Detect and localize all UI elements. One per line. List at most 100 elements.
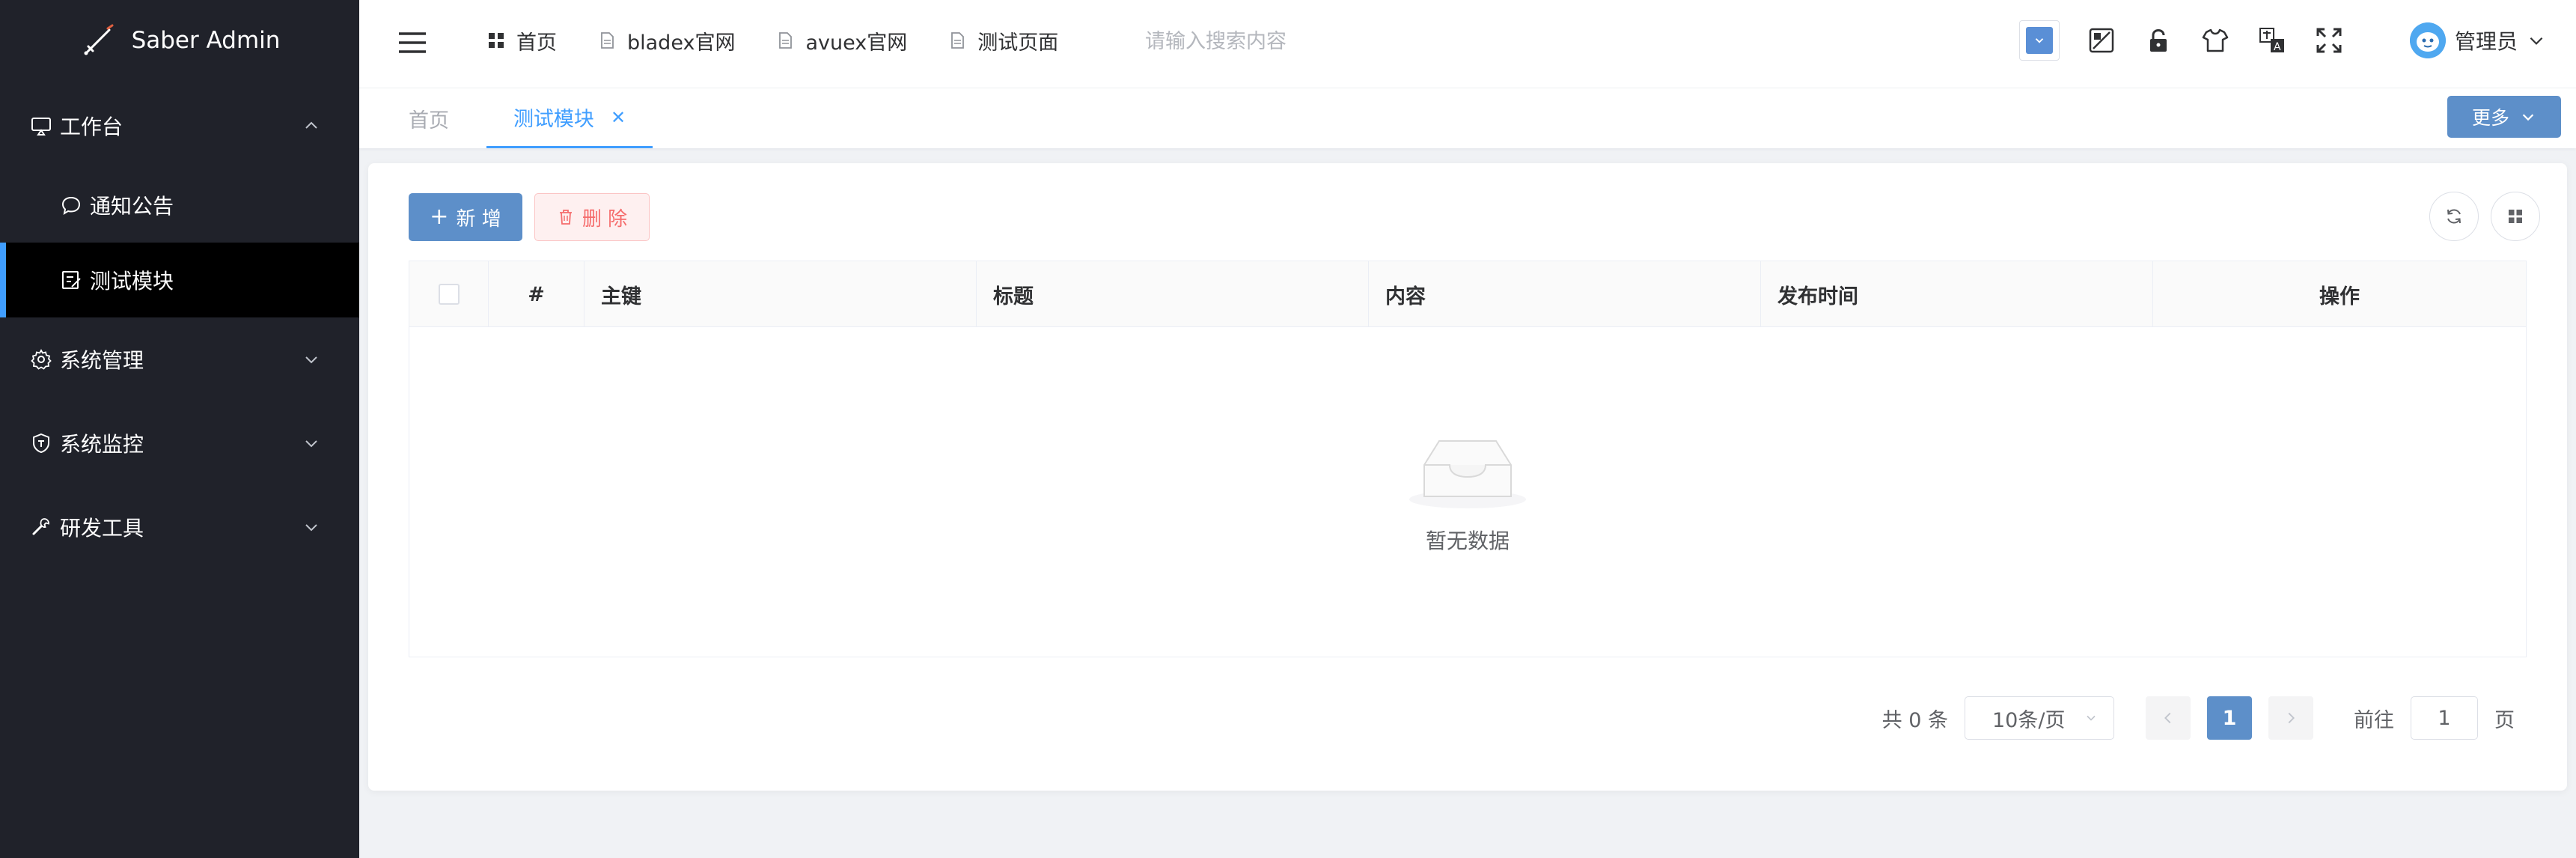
fullscreen-button[interactable] xyxy=(2314,25,2344,55)
sidebar-item-dev-tools[interactable]: 研发工具 xyxy=(0,485,359,569)
top-nav-test-page[interactable]: 测试页面 xyxy=(947,26,1058,55)
column-header-actions: 操作 xyxy=(2319,285,2360,308)
sword-icon xyxy=(84,24,114,55)
shield-icon xyxy=(28,430,54,456)
top-nav-bladex[interactable]: bladex官网 xyxy=(597,26,735,55)
chevron-down-icon xyxy=(305,440,317,448)
chevron-down-icon xyxy=(2087,715,2096,721)
theme-color-picker[interactable] xyxy=(2019,20,2060,61)
add-button[interactable]: + 新 增 xyxy=(409,193,522,241)
grid-icon xyxy=(2509,210,2522,223)
avatar-face-icon xyxy=(2409,22,2446,58)
column-header-content: 内容 xyxy=(1369,261,1761,327)
chevron-down-icon xyxy=(305,524,317,532)
select-all-cell xyxy=(409,261,489,327)
sidebar: Saber Admin 工作台 通知公告 测试模块 系统管理 系统监控 研发工具 xyxy=(0,0,359,858)
translate-icon: A xyxy=(2259,28,2284,53)
avatar xyxy=(2409,22,2446,58)
table-header: # 主键 标题 内容 发布时间 操作 xyxy=(409,261,2526,327)
top-header: 首页 bladex官网 avuex官网 测试页面 请输入搜索内容 A 管理员 xyxy=(359,0,2576,88)
close-icon[interactable]: ✕ xyxy=(611,107,626,128)
tab-test-module[interactable]: 测试模块 ✕ xyxy=(486,88,653,148)
sidebar-item-label: 系统监控 xyxy=(60,432,144,457)
chevron-down-icon xyxy=(2530,37,2543,45)
svg-text:A: A xyxy=(2274,41,2281,53)
sidebar-item-label: 研发工具 xyxy=(60,516,144,541)
add-label: 新 增 xyxy=(456,207,501,231)
search-input[interactable] xyxy=(1145,22,1459,60)
edit-icon xyxy=(58,267,84,293)
chevron-down-icon xyxy=(2035,38,2044,43)
top-nav-home[interactable]: 首页 xyxy=(486,26,557,55)
sidebar-item-system-management[interactable]: 系统管理 xyxy=(0,317,359,401)
chevron-up-icon xyxy=(305,121,317,129)
gear-icon xyxy=(28,347,54,372)
delete-label: 删 除 xyxy=(582,207,628,231)
select-all-checkbox[interactable] xyxy=(438,284,460,305)
goto-page-input[interactable] xyxy=(2411,696,2478,740)
refresh-button[interactable] xyxy=(2429,192,2479,241)
prev-page-button[interactable] xyxy=(2146,696,2191,740)
lock-screen-button[interactable] xyxy=(2143,25,2173,55)
wrench-icon xyxy=(28,514,54,540)
page-number-1[interactable]: 1 xyxy=(2207,696,2252,740)
empty-state: 暂无数据 xyxy=(409,327,2526,657)
fullscreen-icon xyxy=(2316,28,2342,53)
column-settings-button[interactable] xyxy=(2491,192,2540,241)
tab-label: 首页 xyxy=(409,109,449,133)
total-count: 共 0 条 xyxy=(1881,708,1948,732)
color-swatch xyxy=(2026,27,2053,54)
user-menu[interactable]: 管理员 xyxy=(2409,21,2546,60)
sidebar-item-label: 系统管理 xyxy=(60,348,144,373)
document-icon xyxy=(601,32,614,49)
hamburger-menu-icon[interactable] xyxy=(397,27,428,58)
empty-text: 暂无数据 xyxy=(1425,529,1510,553)
column-header-id: 主键 xyxy=(585,261,977,327)
chevron-right-icon xyxy=(2288,712,2295,724)
goto-prefix: 前往 xyxy=(2354,708,2394,732)
next-page-button[interactable] xyxy=(2268,696,2313,740)
sidebar-item-label: 通知公告 xyxy=(90,194,174,219)
sidebar-item-system-monitor[interactable]: 系统监控 xyxy=(0,401,359,485)
refresh-icon xyxy=(2447,209,2461,224)
document-icon xyxy=(951,32,965,49)
goto-suffix: 页 xyxy=(2494,708,2515,732)
image-settings-button[interactable] xyxy=(2087,25,2116,55)
top-nav-label: 首页 xyxy=(516,31,557,55)
language-button[interactable]: A xyxy=(2257,25,2287,55)
top-nav-label: 测试页面 xyxy=(977,31,1059,55)
column-header-publish-time: 发布时间 xyxy=(1761,261,2153,327)
chat-icon xyxy=(58,192,84,218)
top-nav-label: avuex官网 xyxy=(805,31,908,55)
image-edit-icon xyxy=(2089,28,2114,53)
tab-home[interactable]: 首页 xyxy=(409,88,449,148)
top-nav: 首页 bladex官网 avuex官网 测试页面 xyxy=(486,0,1058,81)
lock-icon xyxy=(2150,28,2167,52)
user-name: 管理员 xyxy=(2454,29,2518,54)
sidebar-item-notice[interactable]: 通知公告 xyxy=(0,168,359,243)
more-button[interactable]: 更多 xyxy=(2447,96,2561,138)
sidebar-item-test-module[interactable]: 测试模块 xyxy=(0,243,359,317)
monitor-icon xyxy=(28,113,54,139)
page-size-select[interactable]: 10条/页 xyxy=(1965,696,2114,740)
more-label: 更多 xyxy=(2471,107,2509,129)
sidebar-item-label: 测试模块 xyxy=(90,269,174,293)
pagination: 共 0 条 10条/页 1 前往 页 xyxy=(1882,696,2515,740)
logo[interactable]: Saber Admin xyxy=(0,0,359,81)
sidebar-item-workbench[interactable]: 工作台 xyxy=(0,84,359,168)
shirt-icon xyxy=(2202,28,2229,52)
top-nav-avuex[interactable]: avuex官网 xyxy=(775,26,907,55)
chevron-down-icon xyxy=(2522,114,2534,121)
trash-icon xyxy=(559,210,572,225)
content-card: + 新 增 删 除 # 主键 标题 内容 发布时间 操作 暂无数据 共 0 条 … xyxy=(368,163,2567,791)
top-nav-label: bladex官网 xyxy=(627,31,736,55)
plus-icon: + xyxy=(430,204,449,230)
column-header-index: # xyxy=(489,261,585,327)
page-size-value: 10条/页 xyxy=(1992,708,2066,732)
delete-button[interactable]: 删 除 xyxy=(534,193,650,241)
column-header-title: 标题 xyxy=(977,261,1369,327)
data-table: # 主键 标题 内容 发布时间 操作 暂无数据 xyxy=(409,261,2527,657)
theme-button[interactable] xyxy=(2200,25,2230,55)
empty-box-icon xyxy=(1409,440,1526,508)
header-tools: A xyxy=(2019,20,2344,61)
